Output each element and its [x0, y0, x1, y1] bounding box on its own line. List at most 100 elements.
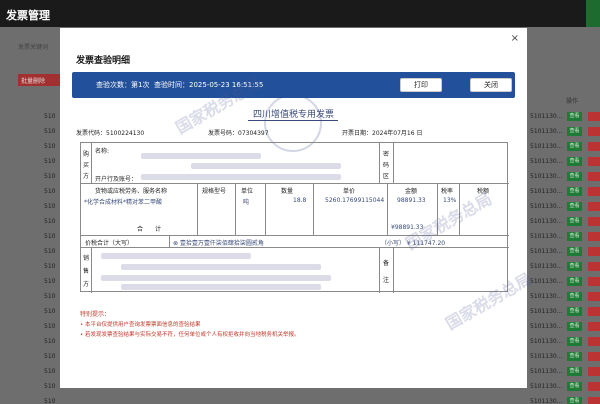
row-tail: 5101130...	[530, 233, 563, 240]
row-lead: 510	[44, 293, 56, 300]
row-view-button[interactable]: 查看	[567, 337, 582, 346]
row-tail: 5101130...	[530, 263, 563, 270]
tips-heading: 特别提示：	[80, 311, 111, 318]
seller-side-2: 售	[83, 268, 90, 275]
row-tail: 5101130...	[530, 188, 563, 195]
row-delete-button[interactable]	[588, 112, 600, 121]
row-lead: 510	[44, 158, 56, 165]
item-name: *化学合成材料*精对苯二甲酸	[84, 199, 163, 206]
row-lead: 510	[44, 338, 56, 345]
row-tail: 5101130...	[530, 293, 563, 300]
row-lead: 510	[44, 323, 56, 330]
row-view-button[interactable]: 查看	[567, 397, 582, 404]
row-lead: 510	[44, 383, 56, 390]
row-delete-button[interactable]	[588, 142, 600, 151]
tip-line-2: • 若发现发票查验结果与实际交易不符，任何单位或个人有权拒收并向当地税务机关举报…	[80, 332, 300, 338]
row-delete-button[interactable]	[588, 352, 600, 361]
title-underline	[248, 120, 338, 121]
row-view-button[interactable]: 查看	[567, 352, 582, 361]
row-tail: 5101130...	[530, 173, 563, 180]
row-delete-button[interactable]	[588, 172, 600, 181]
redacted-seller-address	[101, 275, 331, 281]
header-rate: 税率	[441, 188, 454, 195]
row-tail: 5101130...	[530, 143, 563, 150]
table-row: 510 5101130... 查看	[0, 397, 600, 404]
header-tag	[586, 0, 600, 27]
row-delete-button[interactable]	[588, 307, 600, 316]
check-count: 查验次数：第1次	[96, 81, 150, 89]
row-lead: 510	[44, 143, 56, 150]
column-header-op: 操作	[566, 98, 579, 105]
row-tail: 5101130...	[530, 338, 563, 345]
row-lead: 510	[44, 308, 56, 315]
header-goods-name: 货物或应税劳务、服务名称	[95, 188, 168, 195]
row-tail: 5101130...	[530, 353, 563, 360]
tax-total-upper: ⊗ 壹拾壹万壹仟柒佰肆拾柒圆贰角	[173, 240, 264, 247]
row-view-button[interactable]: 查看	[567, 232, 582, 241]
row-view-button[interactable]: 查看	[567, 292, 582, 301]
row-view-button[interactable]: 查看	[567, 142, 582, 151]
row-delete-button[interactable]	[588, 202, 600, 211]
redacted-seller-name	[101, 253, 251, 259]
row-view-button[interactable]: 查看	[567, 277, 582, 286]
seller-side-1: 销	[83, 255, 90, 262]
cipher-2: 码	[383, 162, 390, 169]
tip-line-1: • 本平台仅提供用户查询发票票面信息的查验结果	[80, 322, 201, 328]
row-delete-button[interactable]	[588, 322, 600, 331]
header-qty: 数量	[281, 188, 294, 195]
remark-2: 注	[383, 277, 390, 284]
search-label: 发票关键词	[18, 44, 49, 51]
row-view-button[interactable]: 查看	[567, 262, 582, 271]
row-delete-button[interactable]	[588, 397, 600, 404]
item-unit: 吨	[243, 199, 250, 206]
row-lead: 510	[44, 188, 56, 195]
row-delete-button[interactable]	[588, 232, 600, 241]
row-delete-button[interactable]	[588, 157, 600, 166]
row-delete-button[interactable]	[588, 262, 600, 271]
row-lead: 510	[44, 128, 56, 135]
row-lead: 510	[44, 218, 56, 225]
row-view-button[interactable]: 查看	[567, 127, 582, 136]
row-view-button[interactable]: 查看	[567, 172, 582, 181]
close-button[interactable]: 关闭	[470, 78, 512, 92]
row-delete-button[interactable]	[588, 217, 600, 226]
row-delete-button[interactable]	[588, 277, 600, 286]
buyer-side-1: 购	[83, 151, 90, 158]
print-button[interactable]: 打印	[400, 78, 442, 92]
row-view-button[interactable]: 查看	[567, 367, 582, 376]
row-view-button[interactable]: 查看	[567, 247, 582, 256]
row-view-button[interactable]: 查看	[567, 382, 582, 391]
row-view-button[interactable]: 查看	[567, 202, 582, 211]
row-delete-button[interactable]	[588, 337, 600, 346]
row-tail: 5101130...	[530, 323, 563, 330]
row-lead: 510	[44, 263, 56, 270]
row-view-button[interactable]: 查看	[567, 187, 582, 196]
row-tail: 5101130...	[530, 383, 563, 390]
row-view-button[interactable]: 查看	[567, 322, 582, 331]
row-tail: 5101130...	[530, 203, 563, 210]
close-icon[interactable]: ×	[511, 33, 519, 44]
cipher-3: 区	[383, 173, 390, 180]
row-delete-button[interactable]	[588, 127, 600, 136]
row-lead: 510	[44, 353, 56, 360]
row-tail: 5101130...	[530, 128, 563, 135]
row-lead: 510	[44, 203, 56, 210]
row-delete-button[interactable]	[588, 187, 600, 196]
batch-delete-button[interactable]: 批量删除	[18, 74, 60, 86]
app-header: 发票管理	[0, 0, 600, 27]
invoice-code: 发票代码：5100224130	[76, 130, 145, 137]
invoice-check-modal: 发票查验明细 × 查验次数：第1次 查验时间：2025-05-23 16:51:…	[60, 28, 535, 388]
row-delete-button[interactable]	[588, 247, 600, 256]
seller-side-3: 方	[83, 281, 90, 288]
row-view-button[interactable]: 查看	[567, 157, 582, 166]
row-delete-button[interactable]	[588, 367, 600, 376]
row-delete-button[interactable]	[588, 292, 600, 301]
row-view-button[interactable]: 查看	[567, 217, 582, 226]
row-view-button[interactable]: 查看	[567, 112, 582, 121]
row-lead: 510	[44, 173, 56, 180]
row-tail: 5101130...	[530, 308, 563, 315]
buyer-bank-label: 开户行及账号：	[95, 176, 138, 183]
row-view-button[interactable]: 查看	[567, 307, 582, 316]
row-lead: 510	[44, 113, 56, 120]
row-delete-button[interactable]	[588, 382, 600, 391]
